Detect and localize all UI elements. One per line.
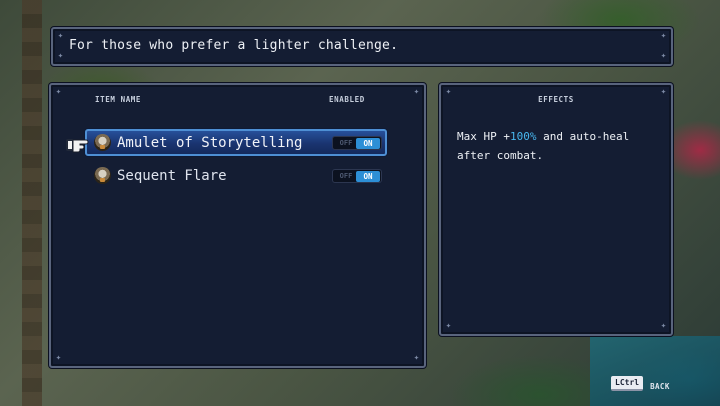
description-text: For those who prefer a lighter challenge… xyxy=(69,38,399,53)
effect-text-start: Max HP + xyxy=(457,130,510,143)
effect-description: Max HP +100% and auto-heal after combat. xyxy=(457,127,657,165)
lctrl-key-icon: LCtrl xyxy=(611,376,644,391)
corner-ornament-icon: ✦ xyxy=(413,353,420,363)
background-water xyxy=(590,336,720,406)
corner-ornament-icon: ✦ xyxy=(660,321,667,331)
corner-ornament-icon: ✦ xyxy=(413,87,420,97)
back-hint[interactable]: LCtrl BACK xyxy=(611,376,670,391)
corner-ornament-icon: ✦ xyxy=(55,87,62,97)
effects-header: EFFECTS xyxy=(538,95,574,104)
corner-ornament-icon: ✦ xyxy=(57,31,64,41)
pointing-hand-icon xyxy=(66,139,89,153)
effects-panel: ✦ ✦ ✦ ✦ EFFECTS Max HP +100% and auto-he… xyxy=(439,83,673,336)
item-row-amulet-of-storytelling[interactable]: Amulet of Storytelling OFF ON xyxy=(85,129,387,156)
toggle-on-label: ON xyxy=(356,171,380,182)
description-panel: ✦ ✦ ✦ ✦ For those who prefer a lighter c… xyxy=(51,27,673,66)
toggle-off-label: OFF xyxy=(339,139,353,147)
toggle-on-label: ON xyxy=(356,138,380,149)
corner-ornament-icon: ✦ xyxy=(55,353,62,363)
corner-ornament-icon: ✦ xyxy=(660,31,667,41)
effect-value-highlight: 100% xyxy=(509,130,537,143)
corner-ornament-icon: ✦ xyxy=(445,321,452,331)
corner-ornament-icon: ✦ xyxy=(57,51,64,61)
amulet-icon xyxy=(94,134,111,151)
toggle-off-label: OFF xyxy=(339,172,353,180)
item-row-sequent-flare[interactable]: Sequent Flare OFF ON xyxy=(85,162,387,189)
column-header-item-name: ITEM NAME xyxy=(95,95,142,104)
background-wooden-post xyxy=(22,0,42,406)
corner-ornament-icon: ✦ xyxy=(660,51,667,61)
column-header-enabled: ENABLED xyxy=(329,95,365,104)
enabled-toggle[interactable]: OFF ON xyxy=(332,136,382,150)
flare-icon xyxy=(94,167,111,184)
items-panel: ✦ ✦ ✦ ✦ ITEM NAME ENABLED Amulet of Stor… xyxy=(49,83,426,368)
item-label: Sequent Flare xyxy=(117,168,227,184)
item-label: Amulet of Storytelling xyxy=(117,135,303,151)
back-label: BACK xyxy=(650,382,670,391)
enabled-toggle[interactable]: OFF ON xyxy=(332,169,382,183)
